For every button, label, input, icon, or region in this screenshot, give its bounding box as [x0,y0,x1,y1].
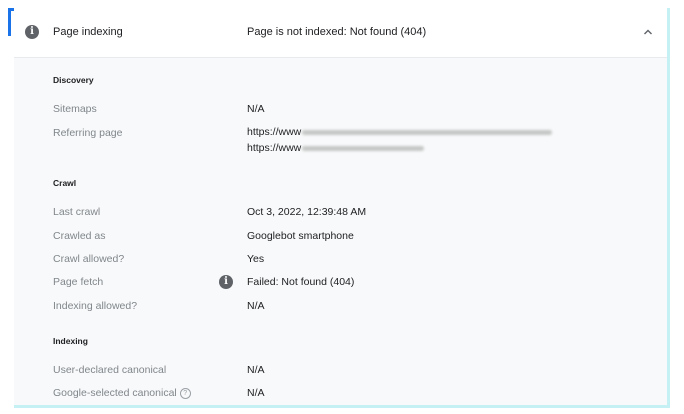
redacted-url-blur [302,145,425,151]
sitemaps-label: Sitemaps [53,103,97,115]
referring-url-2-text: https://www [247,142,302,154]
google-canonical-label-text: Google-selected canonical [53,387,177,399]
indexing-status: Page is not indexed: Not found (404) [247,26,427,38]
section-title-discovery: Discovery [53,75,94,85]
info-icon[interactable]: i [219,275,233,289]
page-indexing-panel: i Page indexing Page is not indexed: Not… [14,8,670,408]
panel-title: Page indexing [53,26,123,38]
info-icon: i [25,25,39,39]
last-crawl-label: Last crawl [53,206,101,218]
last-crawl-value: Oct 3, 2022, 12:39:48 AM [247,206,367,218]
crawled-as-value: Googlebot smartphone [247,230,354,242]
sitemaps-value: N/A [247,103,265,115]
referring-url-1-text: https://www [247,126,302,138]
crawl-allowed-value: Yes [247,253,265,265]
panel-header[interactable]: i Page indexing Page is not indexed: Not… [14,8,667,58]
help-icon[interactable]: ? [179,387,191,399]
google-selected-canonical-value: N/A [247,387,265,399]
section-title-indexing: Indexing [53,336,88,346]
page-fetch-value: Failed: Not found (404) [247,276,355,288]
referring-page-label: Referring page [53,127,123,139]
chevron-up-icon[interactable] [640,24,656,40]
referring-page-url-1[interactable]: https://www [247,126,553,138]
indexing-allowed-value: N/A [247,300,265,312]
crawl-allowed-label: Crawl allowed? [53,253,125,265]
referring-page-url-2[interactable]: https://www [247,142,425,154]
indexing-allowed-label: Indexing allowed? [53,300,138,312]
user-declared-canonical-value: N/A [247,364,265,376]
page-fetch-label: Page fetch [53,276,104,288]
redacted-url-blur [302,129,553,135]
focus-corner-vertical [8,8,11,36]
section-title-crawl: Crawl [53,178,77,188]
user-declared-canonical-label: User-declared canonical [53,364,167,376]
google-selected-canonical-label: Google-selected canonical? [53,387,191,399]
crawled-as-label: Crawled as [53,230,106,242]
